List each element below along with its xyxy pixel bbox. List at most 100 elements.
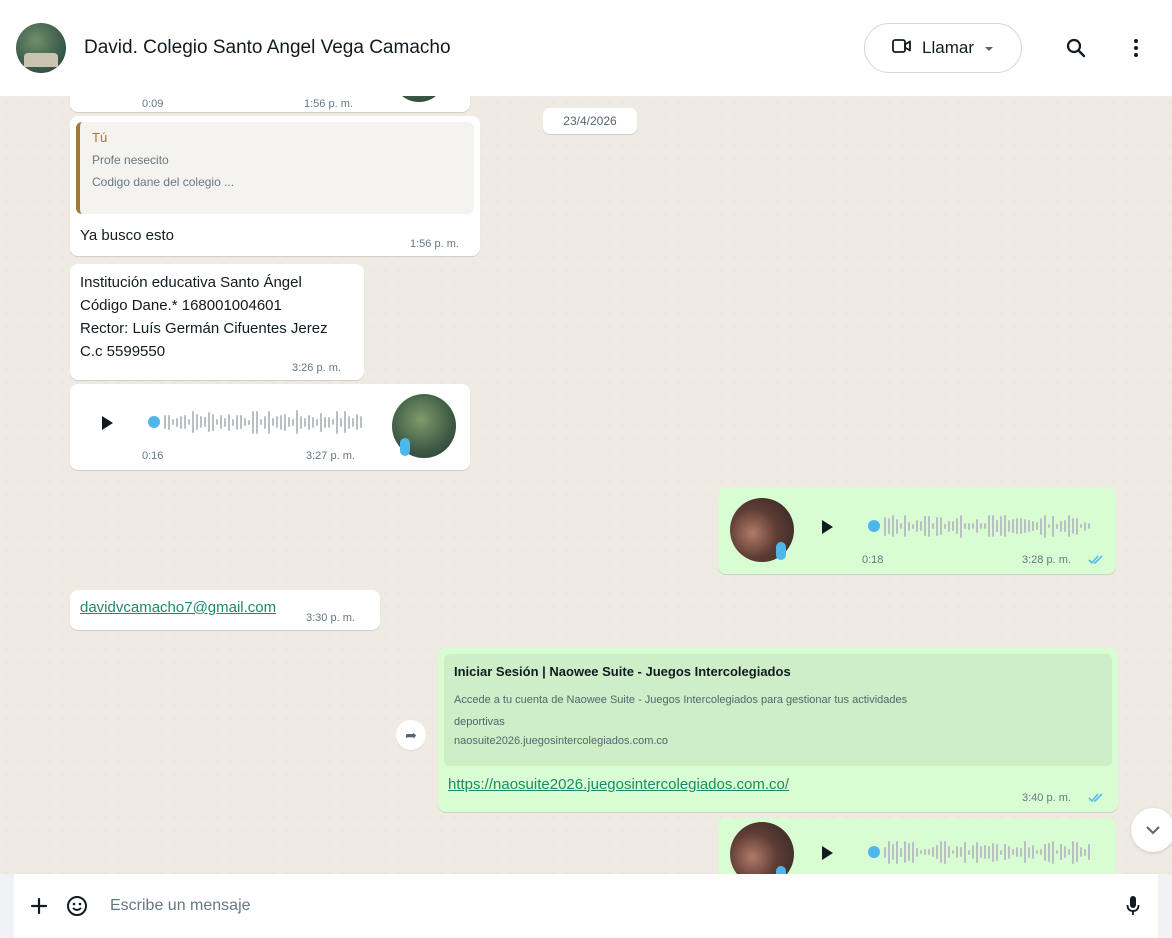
waveform-bar: [1016, 518, 1018, 534]
waveform-bar: [896, 518, 898, 534]
waveform-bar: [284, 413, 286, 431]
waveform-bar: [996, 843, 998, 861]
waveform-bar: [244, 418, 246, 426]
waveform-bar: [936, 845, 938, 859]
waveform-bar: [276, 416, 278, 428]
play-icon[interactable]: [822, 520, 833, 534]
waveform-bar: [356, 414, 358, 430]
preview-description: Accede a tu cuenta de Naowee Suite - Jue…: [454, 689, 1102, 733]
waveform-bar: [900, 523, 902, 529]
waveform-bar: [1084, 848, 1086, 856]
waveform-bar: [1080, 524, 1082, 528]
waveform-bar: [164, 415, 166, 429]
waveform-bar: [1052, 515, 1054, 537]
waveform-bar: [212, 413, 214, 431]
search-icon[interactable]: [1056, 28, 1096, 68]
waveform-bar: [948, 520, 950, 532]
voice-message-partial[interactable]: 0:09 1:56 p. m.: [70, 96, 470, 112]
waveform-bar: [952, 521, 954, 531]
composer-bar: [0, 874, 1172, 938]
mic-icon: [776, 542, 786, 560]
voice-record-button[interactable]: [1114, 887, 1152, 925]
waveform-bar: [168, 414, 170, 430]
waveform-bar: [1000, 849, 1002, 855]
waveform-bar: [968, 522, 970, 530]
waveform-bar: [252, 410, 254, 434]
waveform-bar: [1020, 518, 1022, 534]
info-message[interactable]: Institución educativa Santo Ángel Código…: [70, 264, 364, 380]
waveform-bar: [944, 523, 946, 529]
call-button-label: Llamar: [922, 38, 974, 57]
waveform-bar: [1004, 515, 1006, 537]
contact-name[interactable]: David. Colegio Santo Angel Vega Camacho: [84, 37, 864, 59]
url-link[interactable]: https://naosuite2026.juegosintercolegiad…: [448, 776, 789, 793]
message-line: C.c 5599550: [80, 343, 166, 360]
attach-button[interactable]: [20, 887, 58, 925]
waveform-bar: [984, 523, 986, 529]
message-line: Rector: Luís Germán Cifuentes Jerez: [80, 320, 328, 337]
quote-line: Profe nesecito: [92, 153, 169, 167]
voice-duration: 0:16: [142, 450, 164, 462]
voice-message-incoming[interactable]: 0:16 3:27 p. m.: [70, 384, 470, 470]
voice-progress-dot[interactable]: [148, 416, 160, 428]
quoted-message[interactable]: Tú Profe nesecito Codigo dane del colegi…: [76, 122, 474, 214]
quote-line: Codigo dane del colegio ...: [92, 175, 235, 189]
preview-domain: naosuite2026.juegosintercolegiados.com.c…: [454, 735, 669, 747]
sticker-button[interactable]: [58, 887, 96, 925]
waveform-bar: [332, 419, 334, 425]
waveform-bar: [260, 419, 262, 425]
voice-waveform[interactable]: [884, 513, 1090, 539]
play-icon[interactable]: [822, 846, 833, 860]
chat-area[interactable]: 0:09 1:56 p. m. 23/4/2026 Tú Profe nesec…: [0, 96, 1172, 874]
waveform-bar: [928, 515, 930, 537]
waveform-bar: [1076, 842, 1078, 862]
waveform-bar: [280, 414, 282, 430]
play-icon[interactable]: [102, 416, 113, 430]
waveform-bar: [1048, 524, 1050, 528]
waveform-bar: [924, 516, 926, 536]
waveform-bar: [1064, 520, 1066, 532]
message-input[interactable]: [110, 897, 1114, 915]
email-message[interactable]: davidvcamacho7@gmail.com 3:30 p. m.: [70, 590, 380, 630]
voice-progress-dot[interactable]: [868, 520, 880, 532]
voice-sender-avatar: [730, 822, 794, 874]
waveform-bar: [268, 410, 270, 434]
mic-icon: [1126, 896, 1140, 915]
link-preview[interactable]: Iniciar Sesión | Naowee Suite - Juegos I…: [444, 654, 1112, 766]
waveform-bar: [916, 847, 918, 857]
waveform-bar: [988, 515, 990, 537]
call-button[interactable]: Llamar: [864, 23, 1022, 73]
double-check-icon: [1088, 793, 1103, 803]
waveform-bar: [904, 515, 906, 537]
email-link[interactable]: davidvcamacho7@gmail.com: [80, 599, 276, 616]
waveform-bar: [964, 841, 966, 863]
scroll-down-button[interactable]: [1131, 808, 1172, 852]
waveform-bar: [1052, 840, 1054, 864]
link-message[interactable]: Iniciar Sesión | Naowee Suite - Juegos I…: [438, 648, 1118, 812]
waveform-bar: [956, 846, 958, 858]
waveform-bar: [892, 515, 894, 537]
contact-avatar[interactable]: [16, 23, 66, 73]
waveform-bar: [924, 849, 926, 855]
reply-message[interactable]: Tú Profe nesecito Codigo dane del colegi…: [70, 116, 480, 256]
message-time: 3:27 p. m.: [306, 450, 355, 462]
waveform-bar: [228, 413, 230, 431]
waveform-bar: [1024, 519, 1026, 533]
preview-desc-line: deportivas: [454, 716, 505, 728]
waveform-bar: [1020, 847, 1022, 857]
waveform-bar: [220, 415, 222, 429]
voice-message-outgoing[interactable]: [718, 818, 1116, 874]
message-line: Institución educativa Santo Ángel: [80, 274, 302, 291]
waveform-bar: [888, 840, 890, 864]
waveform-bar: [1016, 847, 1018, 857]
mic-icon: [400, 438, 410, 456]
waveform-bar: [176, 417, 178, 427]
voice-message-outgoing[interactable]: 0:18 3:28 p. m.: [718, 488, 1116, 574]
voice-waveform[interactable]: [164, 409, 362, 435]
waveform-bar: [300, 415, 302, 429]
waveform-bar: [320, 412, 322, 432]
forward-icon[interactable]: ➦: [396, 720, 426, 750]
voice-progress-dot[interactable]: [868, 846, 880, 858]
menu-icon[interactable]: [1116, 28, 1156, 68]
voice-waveform[interactable]: [884, 839, 1090, 865]
